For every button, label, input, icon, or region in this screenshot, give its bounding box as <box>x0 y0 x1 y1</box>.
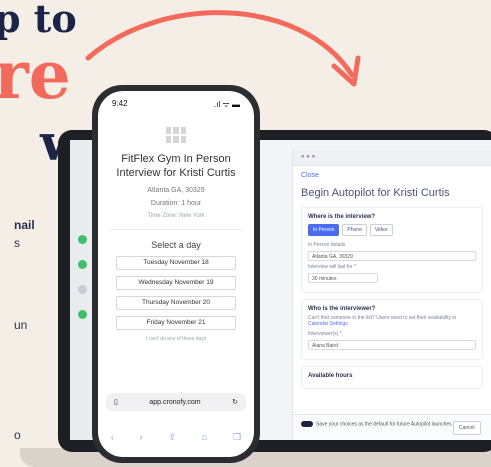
interviewer-label: Interviewer(s) * <box>308 331 342 337</box>
who-label: Who is the interviewer? <box>308 306 376 312</box>
reader-icon[interactable]: ▯ <box>114 398 118 406</box>
status-dot <box>78 310 87 319</box>
status-dot <box>78 260 87 269</box>
interviewer-input[interactable]: Alana Baird <box>308 340 476 350</box>
mode-phone-button[interactable]: Phone <box>342 224 367 236</box>
browser-topbar: ● ● ● <box>293 150 491 166</box>
phone-status-bar: 9:42 .ıl ᯤ ▬ <box>98 91 254 113</box>
save-default-toggle[interactable] <box>301 421 313 427</box>
back-icon[interactable]: ‹ <box>111 432 114 443</box>
day-option-button[interactable]: Friday November 21 <box>116 315 236 330</box>
phone-screen: 9:42 .ıl ᯤ ▬ FitFlex Gym In Person Inter… <box>98 91 254 457</box>
side-text-un: un <box>14 318 28 332</box>
address-input[interactable]: Atlanta GA, 30329 <box>308 251 476 261</box>
where-label: Where is the interview? <box>308 214 376 220</box>
cancel-button[interactable]: Cancel <box>453 421 481 435</box>
safari-toolbar: ‹ › ⇪ ⌂ ❐ <box>98 432 254 443</box>
mode-in-person-button[interactable]: In Person <box>308 224 340 236</box>
hours-card: Available hours <box>301 366 483 389</box>
panel-title: Begin Autopilot for Kristi Curtis <box>301 187 450 199</box>
status-dot <box>78 285 87 294</box>
timezone-link[interactable]: Time Zone: New York <box>98 213 254 219</box>
share-icon[interactable]: ⇪ <box>168 432 176 443</box>
reload-icon[interactable]: ↻ <box>232 398 238 406</box>
status-time: 9:42 <box>112 99 128 108</box>
side-text-s: s <box>14 236 20 250</box>
interview-duration: Duration: 1 hour <box>150 199 202 207</box>
duration-label: Interview will last for * <box>308 264 357 270</box>
panel-footer: Save your choices as the default for fut… <box>293 414 491 440</box>
available-hours-label: Available hours <box>308 373 353 379</box>
where-card: Where is the interview? In Person Phone … <box>301 207 483 293</box>
interview-address: Atlanta GA, 30329 <box>147 186 205 194</box>
autopilot-panel: ● ● ● Close Begin Autopilot for Kristi C… <box>292 150 491 440</box>
no-days-link[interactable]: I can't do any of these days <box>98 336 254 342</box>
in-person-label: In Person details <box>308 242 346 248</box>
day-option-button[interactable]: Tuesday November 18 <box>116 255 236 270</box>
side-text-o: o <box>14 428 21 442</box>
side-text-bold: nail <box>14 218 35 232</box>
status-dot <box>78 235 87 244</box>
divider <box>110 228 242 230</box>
calendar-settings-link[interactable]: Calendar Settings <box>308 321 348 327</box>
url-bar[interactable]: ▯ app.cronofy.com ↻ <box>106 393 246 411</box>
company-logo <box>166 127 186 143</box>
status-icons: .ıl ᯤ ▬ <box>214 100 240 109</box>
tabs-icon[interactable]: ❐ <box>233 432 241 443</box>
day-option-button[interactable]: Thursday November 20 <box>116 295 236 310</box>
duration-select[interactable]: 30 minutes <box>308 273 378 283</box>
bookmarks-icon[interactable]: ⌂ <box>202 432 207 443</box>
mode-video-button[interactable]: Video <box>369 224 393 236</box>
day-option-button[interactable]: Wednesday November 19 <box>116 275 236 290</box>
select-day-label: Select a day <box>151 239 201 250</box>
interview-title: FitFlex Gym In Person Interview for Kris… <box>116 153 236 179</box>
close-button[interactable]: Close <box>293 166 491 185</box>
forward-icon[interactable]: › <box>140 432 143 443</box>
who-card: Who is the interviewer? Can't find someo… <box>301 299 483 360</box>
url-text: app.cronofy.com <box>149 398 201 406</box>
